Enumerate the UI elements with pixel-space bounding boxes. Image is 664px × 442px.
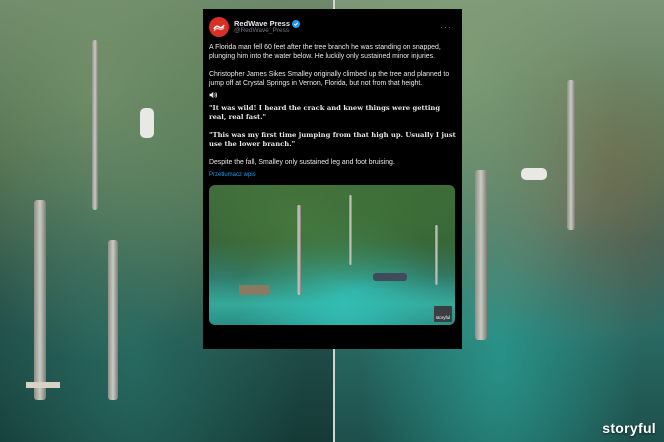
tweet-paragraph: Despite the fall, Smalley only sustained… (209, 158, 395, 166)
dock-board (26, 382, 60, 388)
more-options-icon[interactable]: ··· (440, 22, 456, 32)
quote: "This was my first time jumping from tha… (209, 130, 456, 149)
author-info: RedWave Press @RedWave_Press (234, 19, 301, 35)
storyful-watermark: storyful (602, 420, 656, 436)
tweet-video[interactable]: storyful (209, 185, 455, 326)
storyful-badge: storyful (434, 306, 452, 323)
handle[interactable]: @RedWave_Press (234, 27, 300, 35)
tree-trunk (34, 200, 46, 400)
tweet-header: RedWave Press @RedWave_Press ··· (209, 14, 456, 40)
verified-badge-icon (292, 19, 301, 28)
dock-board (239, 285, 269, 296)
translate-link[interactable]: Przetłumacz wpis (209, 171, 456, 180)
tree-trunk (475, 170, 487, 340)
tweet-card: RedWave Press @RedWave_Press ··· A Flori… (203, 9, 462, 349)
tree-trunk (108, 240, 118, 400)
tree-trunk (297, 205, 301, 296)
tweet-body: A Florida man fell 60 feet after the tre… (209, 43, 456, 180)
tree-trunk (435, 225, 438, 286)
boat (373, 273, 407, 282)
tweet-paragraph: A Florida man fell 60 feet after the tre… (209, 44, 441, 61)
jumper-figure (140, 108, 154, 138)
jumper-figure (521, 168, 547, 180)
tree-trunk (349, 195, 352, 266)
quote: "It was wild! I heard the crack and knew… (209, 104, 441, 122)
speaker-icon (209, 91, 456, 102)
tweet-paragraph: Christopher James Sikes Smalley original… (209, 70, 450, 88)
tree-trunk (92, 40, 98, 210)
redwave-logo-icon[interactable] (209, 17, 229, 37)
tree-trunk (567, 80, 575, 230)
